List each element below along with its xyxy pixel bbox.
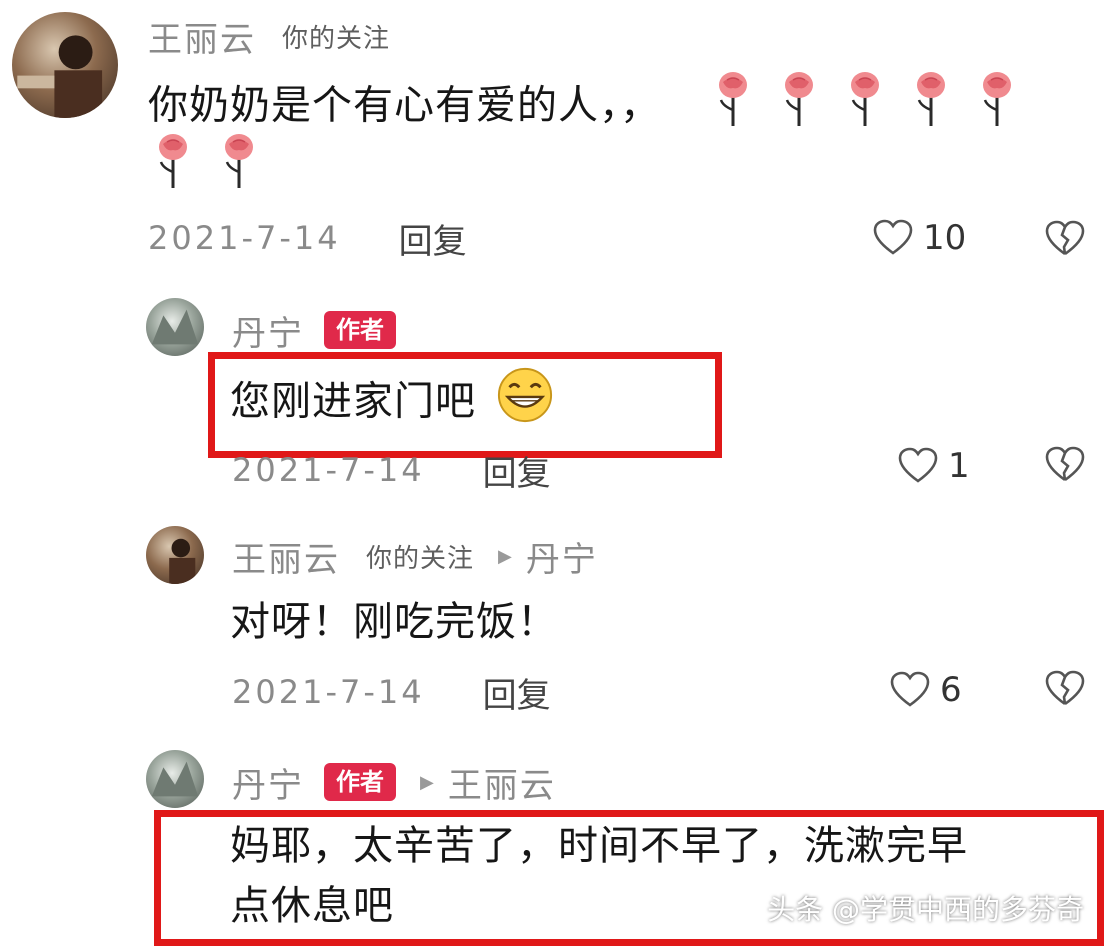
rose-emoji xyxy=(155,132,191,194)
like-count: 1 xyxy=(948,446,970,486)
comment-text-content: 你奶奶是个有心有爱的人，， xyxy=(148,82,661,129)
comment-date: 2021-7-14 xyxy=(232,451,425,489)
heart-icon xyxy=(890,671,930,709)
grin-emoji xyxy=(496,366,554,441)
comment-meta: 2021-7-14 回复 xyxy=(232,668,551,716)
comment-text-content: 您刚进家门吧 xyxy=(230,378,476,425)
comment-header: 丹宁 作者 ▶ 王丽云 xyxy=(232,758,556,807)
like-count: 6 xyxy=(940,670,962,710)
dislike-button[interactable] xyxy=(1045,220,1085,258)
comment-text: 您刚进家门吧 xyxy=(230,366,554,441)
comment-header: 王丽云 你的关注 xyxy=(148,12,391,61)
reply-button[interactable]: 回复 xyxy=(483,446,551,494)
broken-heart-icon xyxy=(1045,220,1085,258)
avatar[interactable] xyxy=(12,12,118,118)
reply-button[interactable]: 回复 xyxy=(483,668,551,717)
comment-meta: 2021-7-14 回复 xyxy=(148,214,467,262)
like-count: 10 xyxy=(923,218,967,258)
author-badge: 作者 xyxy=(324,763,396,801)
reply-target[interactable]: 王丽云 xyxy=(448,758,556,807)
comment-text: 你奶奶是个有心有爱的人，， xyxy=(148,70,1078,145)
rose-emoji xyxy=(913,70,949,145)
comment-header: 丹宁 作者 xyxy=(232,306,396,355)
username[interactable]: 王丽云 xyxy=(148,12,256,61)
comment-text-line: 妈耶，太辛苦了，时间不早了，洗漱完早 xyxy=(230,823,968,869)
username[interactable]: 丹宁 xyxy=(232,758,304,807)
comment-date: 2021-7-14 xyxy=(148,219,341,257)
broken-heart-icon xyxy=(1045,446,1085,484)
comment-date: 2021-7-14 xyxy=(232,673,425,711)
username[interactable]: 丹宁 xyxy=(232,306,304,355)
reply-target[interactable]: 丹宁 xyxy=(526,532,598,581)
reply-arrow-icon: ▶ xyxy=(498,545,512,567)
comment-4: 丹宁 作者 ▶ 王丽云 妈耶，太辛苦了，时间不早了，洗漱完早 点休息吧 头条 @… xyxy=(0,746,1108,946)
dislike-button[interactable] xyxy=(1045,446,1085,484)
like-button[interactable]: 10 xyxy=(873,218,966,258)
avatar[interactable] xyxy=(146,750,204,808)
reply-button[interactable]: 回复 xyxy=(399,214,467,263)
broken-heart-icon xyxy=(1045,670,1085,708)
comment-header: 王丽云 你的关注 ▶ 丹宁 xyxy=(232,532,598,581)
rose-emoji xyxy=(221,132,257,194)
author-badge: 作者 xyxy=(324,311,396,349)
rose-emoji xyxy=(979,70,1015,145)
comment-meta: 2021-7-14 回复 xyxy=(232,446,551,494)
watermark: 头条 @学贯中西的多芬奇 xyxy=(767,893,1084,926)
reply-arrow-icon: ▶ xyxy=(420,771,434,793)
rose-emoji xyxy=(715,70,751,145)
username[interactable]: 王丽云 xyxy=(232,532,340,581)
avatar[interactable] xyxy=(146,298,204,356)
rose-emoji xyxy=(847,70,883,145)
comment-text-content: 对呀！刚吃完饭！ xyxy=(230,599,558,645)
like-button[interactable]: 6 xyxy=(890,670,962,710)
rose-emoji xyxy=(781,70,817,145)
rose-emoji-row xyxy=(715,72,1045,129)
like-button[interactable]: 1 xyxy=(898,446,970,486)
dislike-button[interactable] xyxy=(1045,670,1085,708)
comment-text: 对呀！刚吃完饭！ xyxy=(230,592,558,652)
rose-emoji-row-2 xyxy=(155,132,287,194)
follow-tag: 你的关注 xyxy=(282,23,391,54)
comment-2: 丹宁 作者 您刚进家门吧 2021-7-14 回复 1 xyxy=(0,290,1108,500)
heart-icon xyxy=(898,447,938,485)
comment-3: 王丽云 你的关注 ▶ 丹宁 对呀！刚吃完饭！ 2021-7-14 回复 6 xyxy=(0,520,1108,730)
heart-icon xyxy=(873,219,913,257)
comment-1: 王丽云 你的关注 你奶奶是个有心有爱的人，， 2021-7-14 回复 10 xyxy=(0,0,1108,270)
avatar[interactable] xyxy=(146,526,204,584)
follow-tag: 你的关注 xyxy=(366,543,475,574)
